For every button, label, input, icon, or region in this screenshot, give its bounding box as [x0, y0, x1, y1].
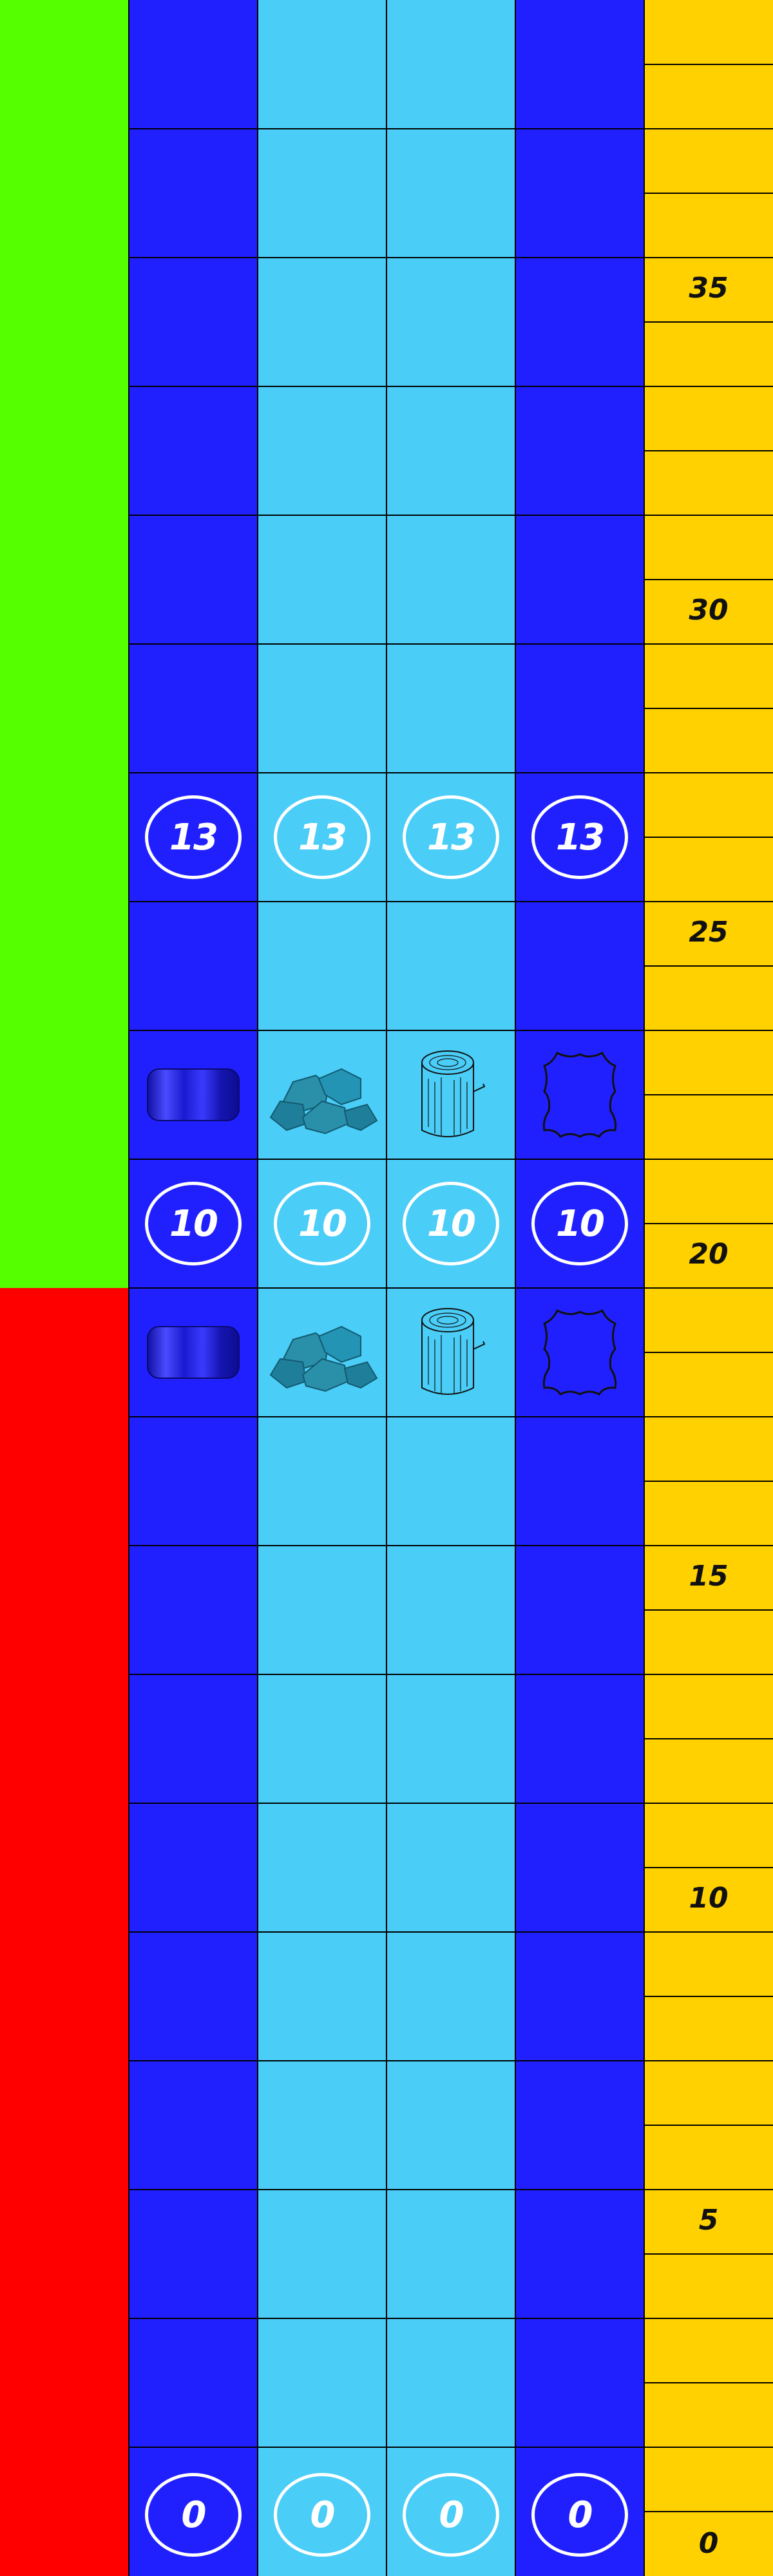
row-line	[129, 2060, 644, 2061]
scale-tick-line	[644, 386, 773, 387]
scale-tick-line	[644, 64, 773, 65]
cloth-bolt-icon	[147, 1326, 240, 1379]
row-line	[129, 1030, 644, 1031]
cloth-bolt-icon	[147, 1068, 240, 1121]
scale-label-15: 15	[689, 1560, 729, 1593]
wood-log-icon	[421, 1308, 486, 1395]
stone-pile-icon	[269, 1325, 378, 1392]
scale-tick-line	[644, 772, 773, 773]
scale-label-20: 20	[689, 1238, 729, 1271]
badge-leather-0: 0	[531, 2473, 628, 2557]
scale-tick-line	[644, 2447, 773, 2448]
badge-cloth-10: 10	[145, 1182, 242, 1265]
scale-label-35: 35	[689, 272, 729, 305]
scale-tick-line	[644, 515, 773, 516]
row-line	[129, 901, 644, 902]
scale-tick-line	[644, 2125, 773, 2126]
scale-tick-line	[644, 2060, 773, 2061]
scale-tick-line	[644, 1352, 773, 1353]
row-line	[129, 1416, 644, 1417]
scale-tick-line	[644, 1094, 773, 1095]
row-line	[129, 1803, 644, 1804]
scale-tick-line	[644, 1738, 773, 1739]
scale-tick-line	[644, 579, 773, 580]
badge-leather-13: 13	[531, 795, 628, 879]
leather-hide-icon	[542, 1051, 617, 1138]
scale-tick-line	[644, 837, 773, 838]
row-line	[129, 128, 644, 129]
wood-log-icon	[421, 1050, 486, 1137]
scale-label-0: 0	[698, 2527, 719, 2560]
scale-tick-line	[644, 1223, 773, 1224]
scale-tick-line	[644, 1803, 773, 1804]
scale-tick-line	[644, 257, 773, 258]
lower-zone	[0, 1288, 129, 2576]
badge-stone-13: 13	[274, 795, 370, 879]
scale-tick-line	[644, 2253, 773, 2255]
row-line	[129, 257, 644, 258]
stone-pile-icon	[269, 1068, 378, 1135]
scale-tick-line	[644, 1481, 773, 1482]
scale-tick-line	[644, 708, 773, 709]
row-line	[129, 643, 644, 645]
scale-tick-line	[644, 1030, 773, 1031]
scale-tick-line	[644, 1609, 773, 1611]
scale-label-25: 25	[689, 916, 729, 949]
badge-wood-0: 0	[403, 2473, 499, 2557]
scale-tick-line	[644, 2189, 773, 2190]
scale-tick-line	[644, 901, 773, 902]
row-line	[129, 772, 644, 773]
scale-label-5: 5	[698, 2204, 719, 2237]
row-line	[129, 2189, 644, 2190]
scale-tick-line	[644, 1545, 773, 1546]
scale-tick-line	[644, 128, 773, 129]
leather-hide-icon	[542, 1309, 617, 1396]
row-line	[129, 1287, 644, 1289]
badge-stone-10: 10	[274, 1182, 370, 1265]
scale-tick-line	[644, 1159, 773, 1160]
badge-wood-13: 13	[403, 795, 499, 879]
scale-tick-line	[644, 1287, 773, 1289]
scale-label-10: 10	[689, 1882, 729, 1915]
scale-tick-line	[644, 193, 773, 194]
scale-tick-line	[644, 1996, 773, 1997]
scale-tick-line	[644, 2511, 773, 2512]
badge-stone-0: 0	[274, 2473, 370, 2557]
scale-tick-line	[644, 1674, 773, 1675]
badge-wood-10: 10	[403, 1182, 499, 1265]
scale-tick-line	[644, 1931, 773, 1933]
row-line	[129, 1545, 644, 1546]
scale-tick-line	[644, 1416, 773, 1417]
scale-tick-line	[644, 2382, 773, 2383]
row-line	[129, 386, 644, 387]
row-line	[129, 515, 644, 516]
row-line	[129, 2447, 644, 2448]
badge-cloth-13: 13	[145, 795, 242, 879]
row-line	[129, 2318, 644, 2319]
scale-tick-line	[644, 321, 773, 323]
row-line	[129, 1674, 644, 1675]
scale-tick-line	[644, 1867, 773, 1868]
scale-tick-line	[644, 965, 773, 967]
upper-zone	[0, 0, 129, 1288]
scale-tick-line	[644, 643, 773, 645]
row-line	[129, 1931, 644, 1933]
scale-tick-line	[644, 450, 773, 451]
scale-label-30: 30	[689, 594, 729, 627]
badge-cloth-0: 0	[145, 2473, 242, 2557]
scale-tick-line	[644, 2318, 773, 2319]
row-line	[129, 1159, 644, 1160]
badge-leather-10: 10	[531, 1182, 628, 1265]
